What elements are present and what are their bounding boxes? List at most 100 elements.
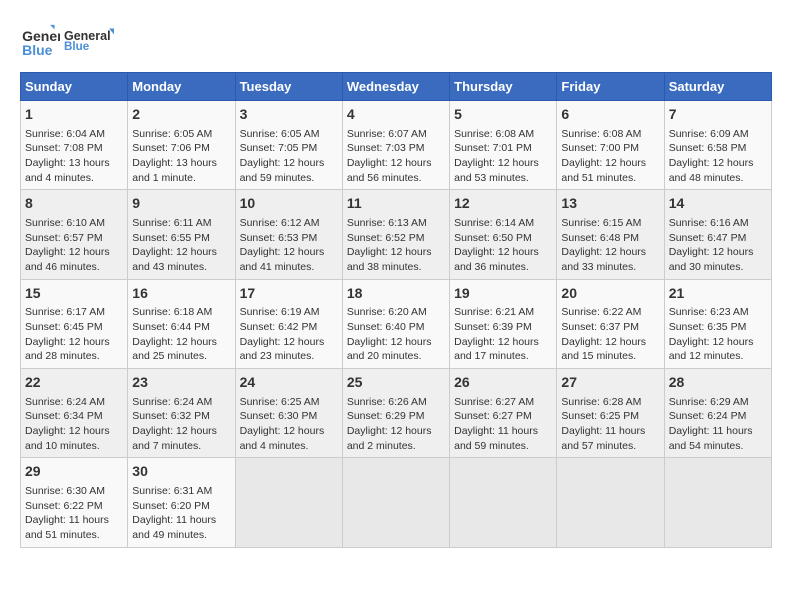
calendar-cell: 18Sunrise: 6:20 AMSunset: 6:40 PMDayligh… bbox=[342, 279, 449, 368]
day-info: Sunset: 6:45 PM bbox=[25, 320, 123, 335]
day-number: 10 bbox=[240, 194, 338, 214]
day-info: Sunrise: 6:23 AM bbox=[669, 305, 767, 320]
weekday-wednesday: Wednesday bbox=[342, 73, 449, 101]
day-info: Sunset: 6:53 PM bbox=[240, 231, 338, 246]
calendar-cell: 20Sunrise: 6:22 AMSunset: 6:37 PMDayligh… bbox=[557, 279, 664, 368]
day-info: Sunrise: 6:07 AM bbox=[347, 127, 445, 142]
day-number: 27 bbox=[561, 373, 659, 393]
day-info: Sunset: 6:48 PM bbox=[561, 231, 659, 246]
day-number: 25 bbox=[347, 373, 445, 393]
day-info: Daylight: 12 hours and 41 minutes. bbox=[240, 245, 338, 274]
calendar-cell: 25Sunrise: 6:26 AMSunset: 6:29 PMDayligh… bbox=[342, 369, 449, 458]
svg-text:Blue: Blue bbox=[64, 40, 90, 53]
day-info: Sunrise: 6:22 AM bbox=[561, 305, 659, 320]
day-info: Daylight: 12 hours and 53 minutes. bbox=[454, 156, 552, 185]
day-number: 2 bbox=[132, 105, 230, 125]
calendar-body: 1Sunrise: 6:04 AMSunset: 7:08 PMDaylight… bbox=[21, 101, 772, 548]
day-info: Daylight: 13 hours and 4 minutes. bbox=[25, 156, 123, 185]
day-info: Daylight: 12 hours and 17 minutes. bbox=[454, 335, 552, 364]
day-info: Sunrise: 6:15 AM bbox=[561, 216, 659, 231]
day-number: 21 bbox=[669, 284, 767, 304]
day-info: Sunrise: 6:05 AM bbox=[240, 127, 338, 142]
day-number: 22 bbox=[25, 373, 123, 393]
calendar-cell: 26Sunrise: 6:27 AMSunset: 6:27 PMDayligh… bbox=[450, 369, 557, 458]
svg-text:Blue: Blue bbox=[22, 42, 53, 58]
day-info: Daylight: 11 hours and 54 minutes. bbox=[669, 424, 767, 453]
day-info: Sunrise: 6:24 AM bbox=[132, 395, 230, 410]
calendar-cell: 17Sunrise: 6:19 AMSunset: 6:42 PMDayligh… bbox=[235, 279, 342, 368]
weekday-tuesday: Tuesday bbox=[235, 73, 342, 101]
calendar-cell: 22Sunrise: 6:24 AMSunset: 6:34 PMDayligh… bbox=[21, 369, 128, 458]
calendar-cell: 7Sunrise: 6:09 AMSunset: 6:58 PMDaylight… bbox=[664, 101, 771, 190]
calendar-cell: 5Sunrise: 6:08 AMSunset: 7:01 PMDaylight… bbox=[450, 101, 557, 190]
day-info: Sunrise: 6:16 AM bbox=[669, 216, 767, 231]
calendar-cell: 8Sunrise: 6:10 AMSunset: 6:57 PMDaylight… bbox=[21, 190, 128, 279]
day-info: Daylight: 12 hours and 7 minutes. bbox=[132, 424, 230, 453]
day-info: Sunset: 7:00 PM bbox=[561, 141, 659, 156]
day-info: Sunset: 6:52 PM bbox=[347, 231, 445, 246]
day-info: Sunset: 6:39 PM bbox=[454, 320, 552, 335]
day-info: Sunrise: 6:21 AM bbox=[454, 305, 552, 320]
day-info: Sunset: 6:32 PM bbox=[132, 409, 230, 424]
day-number: 28 bbox=[669, 373, 767, 393]
day-info: Sunset: 6:40 PM bbox=[347, 320, 445, 335]
calendar-cell: 21Sunrise: 6:23 AMSunset: 6:35 PMDayligh… bbox=[664, 279, 771, 368]
calendar-table: SundayMondayTuesdayWednesdayThursdayFrid… bbox=[20, 72, 772, 548]
calendar-cell: 13Sunrise: 6:15 AMSunset: 6:48 PMDayligh… bbox=[557, 190, 664, 279]
day-info: Sunset: 6:37 PM bbox=[561, 320, 659, 335]
page-header: General Blue General Blue bbox=[20, 20, 772, 62]
calendar-cell: 24 Sunrise: 6:25 AMSunset: 6:30 PMDayligh… bbox=[235, 369, 342, 458]
day-info: Sunrise: 6:04 AM bbox=[25, 127, 123, 142]
day-number: 23 bbox=[132, 373, 230, 393]
day-info: Sunset: 6:22 PM bbox=[25, 499, 123, 514]
day-number: 24 bbox=[240, 373, 338, 393]
calendar-cell bbox=[450, 458, 557, 547]
day-number: 12 bbox=[454, 194, 552, 214]
week-row-3: 15Sunrise: 6:17 AMSunset: 6:45 PMDayligh… bbox=[21, 279, 772, 368]
day-info: Daylight: 12 hours and 15 minutes. bbox=[561, 335, 659, 364]
calendar-cell: 19Sunrise: 6:21 AMSunset: 6:39 PMDayligh… bbox=[450, 279, 557, 368]
calendar-cell: 29Sunrise: 6:30 AMSunset: 6:22 PMDayligh… bbox=[21, 458, 128, 547]
day-info: Sunrise: 6:28 AM bbox=[561, 395, 659, 410]
calendar-cell: 30Sunrise: 6:31 AMSunset: 6:20 PMDayligh… bbox=[128, 458, 235, 547]
logo: General Blue General Blue bbox=[20, 20, 114, 62]
calendar-cell: 3Sunrise: 6:05 AMSunset: 7:05 PMDaylight… bbox=[235, 101, 342, 190]
day-info: Daylight: 11 hours and 49 minutes. bbox=[132, 513, 230, 542]
day-info: Sunset: 7:03 PM bbox=[347, 141, 445, 156]
day-info: Sunrise: 6:13 AM bbox=[347, 216, 445, 231]
weekday-friday: Friday bbox=[557, 73, 664, 101]
calendar-cell: 16Sunrise: 6:18 AMSunset: 6:44 PMDayligh… bbox=[128, 279, 235, 368]
day-number: 1 bbox=[25, 105, 123, 125]
weekday-sunday: Sunday bbox=[21, 73, 128, 101]
day-number: 9 bbox=[132, 194, 230, 214]
day-info: Daylight: 12 hours and 2 minutes. bbox=[347, 424, 445, 453]
calendar-cell: 15Sunrise: 6:17 AMSunset: 6:45 PMDayligh… bbox=[21, 279, 128, 368]
logo-graphic: General Blue bbox=[64, 20, 114, 62]
day-info: Daylight: 12 hours and 30 minutes. bbox=[669, 245, 767, 274]
day-number: 16 bbox=[132, 284, 230, 304]
day-number: 20 bbox=[561, 284, 659, 304]
day-number: 4 bbox=[347, 105, 445, 125]
day-info: Sunset: 6:55 PM bbox=[132, 231, 230, 246]
day-info: Sunset: 6:30 PM bbox=[240, 409, 338, 424]
weekday-monday: Monday bbox=[128, 73, 235, 101]
day-number: 8 bbox=[25, 194, 123, 214]
calendar-cell: 1Sunrise: 6:04 AMSunset: 7:08 PMDaylight… bbox=[21, 101, 128, 190]
day-info: Daylight: 12 hours and 4 minutes. bbox=[240, 424, 338, 453]
day-info: Sunset: 6:29 PM bbox=[347, 409, 445, 424]
day-info: Sunrise: 6:27 AM bbox=[454, 395, 552, 410]
day-info: Daylight: 12 hours and 33 minutes. bbox=[561, 245, 659, 274]
day-number: 26 bbox=[454, 373, 552, 393]
day-info: Sunrise: 6:18 AM bbox=[132, 305, 230, 320]
day-number: 3 bbox=[240, 105, 338, 125]
day-number: 19 bbox=[454, 284, 552, 304]
week-row-2: 8Sunrise: 6:10 AMSunset: 6:57 PMDaylight… bbox=[21, 190, 772, 279]
day-info: Sunset: 6:58 PM bbox=[669, 141, 767, 156]
day-info: Sunrise: 6:25 AM bbox=[240, 395, 338, 410]
day-number: 5 bbox=[454, 105, 552, 125]
calendar-cell: 27Sunrise: 6:28 AMSunset: 6:25 PMDayligh… bbox=[557, 369, 664, 458]
calendar-cell: 4Sunrise: 6:07 AMSunset: 7:03 PMDaylight… bbox=[342, 101, 449, 190]
day-info: Sunrise: 6:09 AM bbox=[669, 127, 767, 142]
day-info: Sunrise: 6:08 AM bbox=[454, 127, 552, 142]
day-number: 14 bbox=[669, 194, 767, 214]
